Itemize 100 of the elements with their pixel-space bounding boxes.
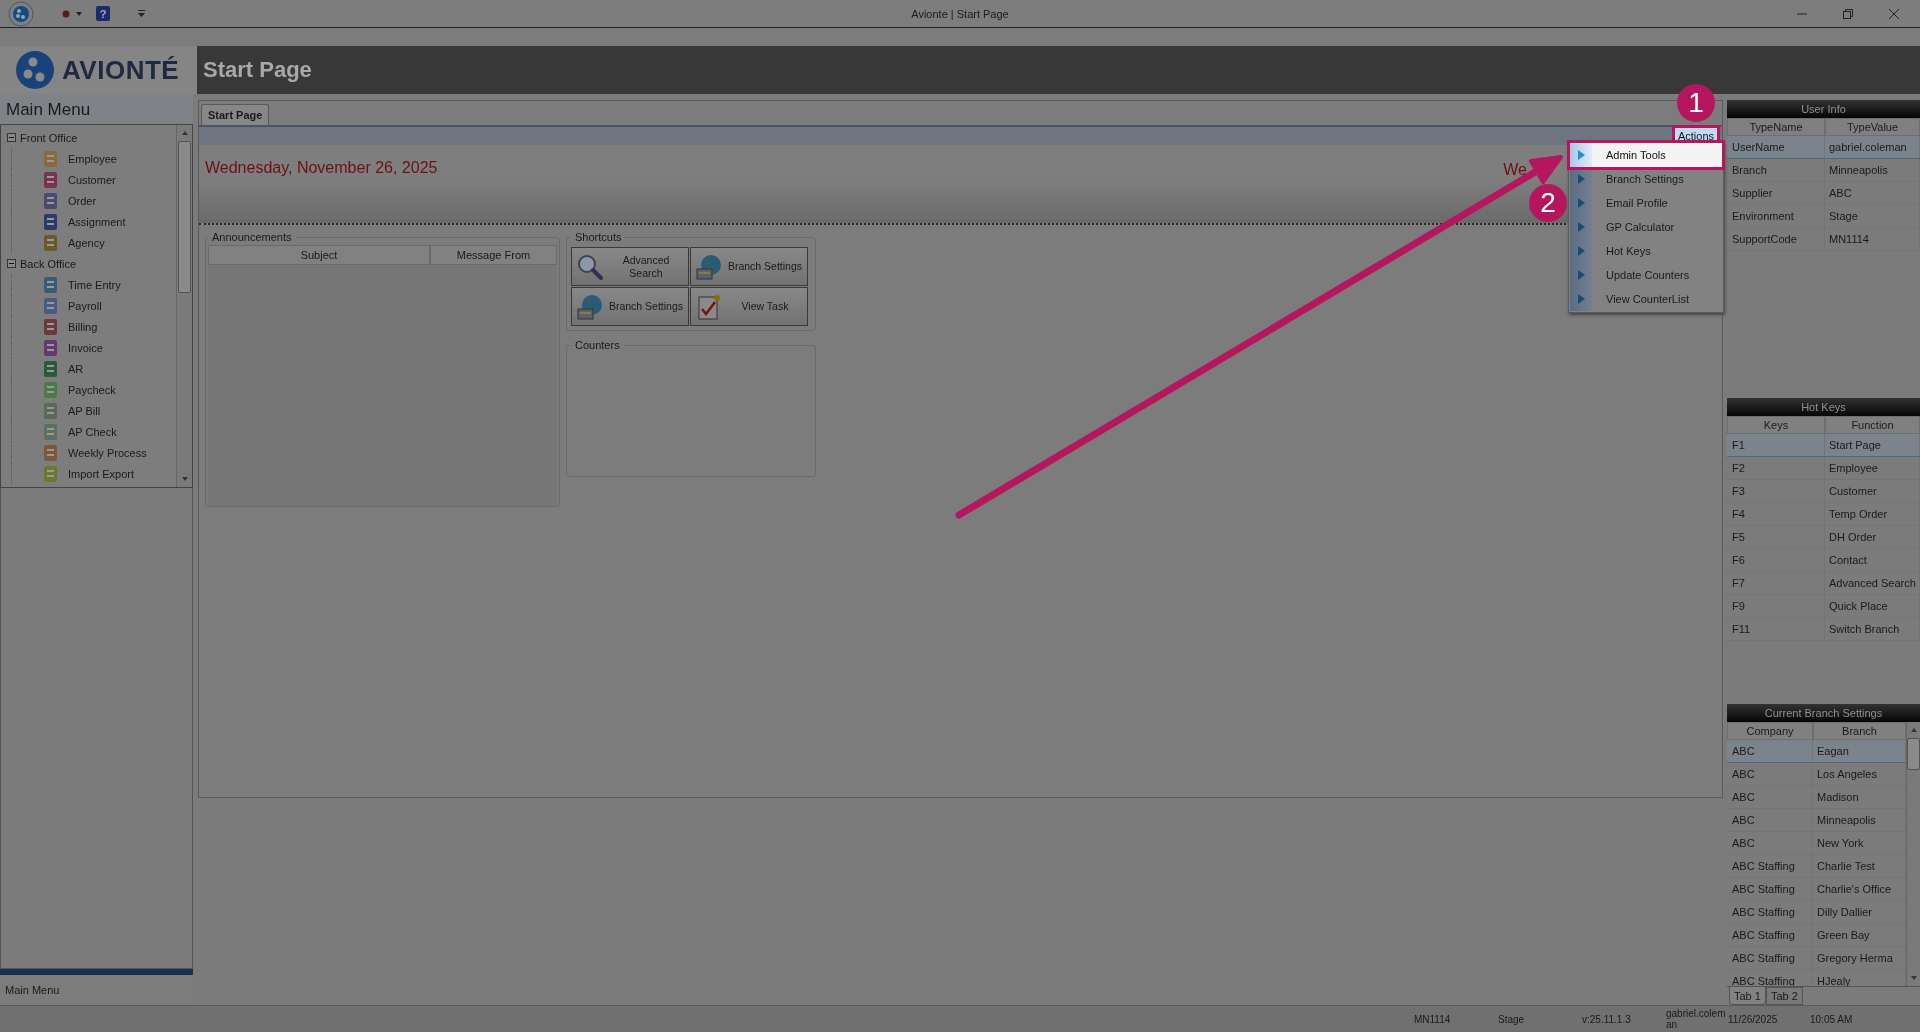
table-row[interactable]: F5 DH Order bbox=[1727, 526, 1920, 549]
triangle-icon bbox=[1577, 174, 1585, 184]
panel-title: User Info bbox=[1727, 100, 1920, 118]
tree-item[interactable]: Import Export bbox=[68, 467, 135, 480]
table-row[interactable]: F3 Customer bbox=[1727, 480, 1920, 503]
status-text: MN1114 bbox=[1414, 1013, 1452, 1025]
logo-text: AVIONTÉ bbox=[62, 54, 180, 86]
column-header[interactable]: Company bbox=[1727, 722, 1813, 740]
panel-title: Current Branch Settings bbox=[1727, 704, 1920, 722]
menu-item[interactable]: Admin Tools bbox=[1570, 143, 1722, 167]
menu-item[interactable]: Branch Settings bbox=[1570, 167, 1722, 191]
restore-icon[interactable] bbox=[1842, 7, 1854, 20]
tree-item[interactable]: Customer bbox=[68, 173, 116, 186]
table-row[interactable]: F9 Quick Place bbox=[1727, 595, 1920, 618]
collapse-icon[interactable] bbox=[7, 259, 16, 268]
column-header[interactable]: Keys bbox=[1727, 416, 1825, 434]
tree-item[interactable]: Assignment bbox=[68, 215, 126, 228]
table-cell: ABC bbox=[1727, 832, 1813, 854]
column-header[interactable]: TypeName bbox=[1727, 118, 1825, 136]
tree-item[interactable]: Order bbox=[68, 194, 97, 207]
table-row[interactable]: F4 Temp Order bbox=[1727, 503, 1920, 526]
panel-tab[interactable]: Tab 2 bbox=[1765, 987, 1803, 1005]
shortcut-button[interactable]: Branch Settings bbox=[690, 247, 808, 286]
menu-item[interactable]: GP Calculator bbox=[1570, 215, 1722, 239]
module-icon bbox=[42, 191, 60, 210]
table-row[interactable]: F6 Contact bbox=[1727, 549, 1920, 572]
table-row[interactable]: UserName gabriel.coleman bbox=[1727, 136, 1920, 159]
table-row[interactable]: ABC Madison bbox=[1727, 786, 1906, 809]
table-row[interactable]: ABC Los Angeles bbox=[1727, 763, 1906, 786]
triangle-icon bbox=[1577, 270, 1585, 280]
status-text: gabriel.coleman bbox=[1666, 1008, 1727, 1030]
status-text: v:25.11.1.3 bbox=[1582, 1013, 1632, 1025]
column-header[interactable]: Subject bbox=[208, 245, 430, 265]
splitter-handle[interactable] bbox=[0, 969, 193, 975]
panel-tab[interactable]: Tab 1 bbox=[1729, 987, 1766, 1005]
menu-item[interactable]: Update Counters bbox=[1570, 263, 1722, 287]
quick-access-icon[interactable] bbox=[138, 10, 145, 17]
table-row[interactable]: ABC New York bbox=[1727, 832, 1906, 855]
table-row[interactable]: ABC Staffing Green Bay bbox=[1727, 924, 1906, 947]
table-cell: Employee bbox=[1825, 457, 1920, 479]
close-icon[interactable] bbox=[1888, 7, 1900, 20]
shortcut-button[interactable]: Advanced Search bbox=[571, 247, 689, 286]
tree-item[interactable]: Time Entry bbox=[68, 278, 121, 291]
tree-item[interactable]: AR bbox=[68, 362, 84, 375]
table-row[interactable]: SupportCode MN1114 bbox=[1727, 228, 1920, 251]
shortcut-button[interactable]: View Task bbox=[690, 287, 808, 326]
column-header[interactable]: Message From bbox=[430, 245, 557, 265]
table-cell: F7 bbox=[1727, 572, 1825, 594]
scroll-thumb[interactable] bbox=[178, 141, 191, 293]
shortcut-button[interactable]: Branch Settings bbox=[571, 287, 689, 326]
table-row[interactable]: ABC Staffing Gregory Herma bbox=[1727, 947, 1906, 970]
tree-item[interactable]: AP Check bbox=[68, 425, 117, 438]
table-cell: ABC Staffing bbox=[1727, 855, 1813, 877]
collapse-icon[interactable] bbox=[7, 133, 16, 142]
document-tab[interactable]: Start Page bbox=[201, 104, 270, 125]
tree-item[interactable]: Billing bbox=[68, 320, 98, 333]
table-row[interactable]: F7 Advanced Search bbox=[1727, 572, 1920, 595]
record-icon[interactable] bbox=[62, 9, 70, 18]
globe-icon bbox=[695, 252, 723, 281]
table-row[interactable]: F11 Switch Branch bbox=[1727, 618, 1920, 641]
tree-item[interactable]: Invoice bbox=[68, 341, 103, 354]
triangle-icon bbox=[1577, 222, 1585, 232]
menu-item[interactable]: Email Profile bbox=[1570, 191, 1722, 215]
table-row[interactable]: Supplier ABC bbox=[1727, 182, 1920, 205]
tree-group-label[interactable]: Front Office bbox=[20, 131, 78, 144]
help-button[interactable]: ? bbox=[96, 6, 110, 21]
menu-item[interactable]: Hot Keys bbox=[1570, 239, 1722, 263]
tree-item[interactable]: Payroll bbox=[68, 299, 102, 312]
app-logo-icon[interactable] bbox=[8, 0, 34, 27]
scrollbar[interactable] bbox=[1906, 722, 1920, 986]
tree-item[interactable]: Weekly Process bbox=[68, 446, 147, 459]
tree-group-label[interactable]: Back Office bbox=[20, 257, 77, 270]
tree-item[interactable]: Paycheck bbox=[68, 383, 116, 396]
table-row[interactable]: F1 Start Page bbox=[1727, 434, 1920, 457]
tree-item[interactable]: Agency bbox=[68, 236, 105, 249]
table-row[interactable]: ABC Staffing Charlie Test bbox=[1727, 855, 1906, 878]
module-icon bbox=[42, 317, 60, 336]
table-row[interactable]: ABC Eagan bbox=[1727, 740, 1906, 763]
table-cell: ABC Staffing bbox=[1727, 924, 1813, 946]
table-row[interactable]: ABC Staffing Dilly Dallier bbox=[1727, 901, 1906, 924]
table-row[interactable]: ABC Staffing Charlie's Office bbox=[1727, 878, 1906, 901]
table-cell: Supplier bbox=[1727, 182, 1825, 204]
table-cell: Environment bbox=[1727, 205, 1825, 227]
column-header[interactable]: TypeValue bbox=[1825, 118, 1920, 136]
menu-item[interactable]: View CounterList bbox=[1570, 287, 1722, 311]
tree-item[interactable]: Employee bbox=[68, 152, 117, 165]
table-row[interactable]: F2 Employee bbox=[1727, 457, 1920, 480]
table-row[interactable]: ABC Minneapolis bbox=[1727, 809, 1906, 832]
table-row[interactable]: Branch Minneapolis bbox=[1727, 159, 1920, 182]
scrollbar[interactable] bbox=[176, 125, 192, 487]
table-cell: Start Page bbox=[1825, 434, 1920, 456]
magnifier-icon bbox=[576, 252, 604, 281]
column-header[interactable]: Branch bbox=[1813, 722, 1906, 740]
table-row[interactable]: Environment Stage bbox=[1727, 205, 1920, 228]
caret-icon[interactable] bbox=[76, 11, 82, 16]
scroll-thumb[interactable] bbox=[1907, 738, 1920, 770]
table-cell: ABC Staffing bbox=[1727, 947, 1813, 969]
tree-item[interactable]: AP Bill bbox=[68, 404, 101, 417]
globe-icon bbox=[576, 292, 604, 321]
column-header[interactable]: Function bbox=[1825, 416, 1920, 434]
